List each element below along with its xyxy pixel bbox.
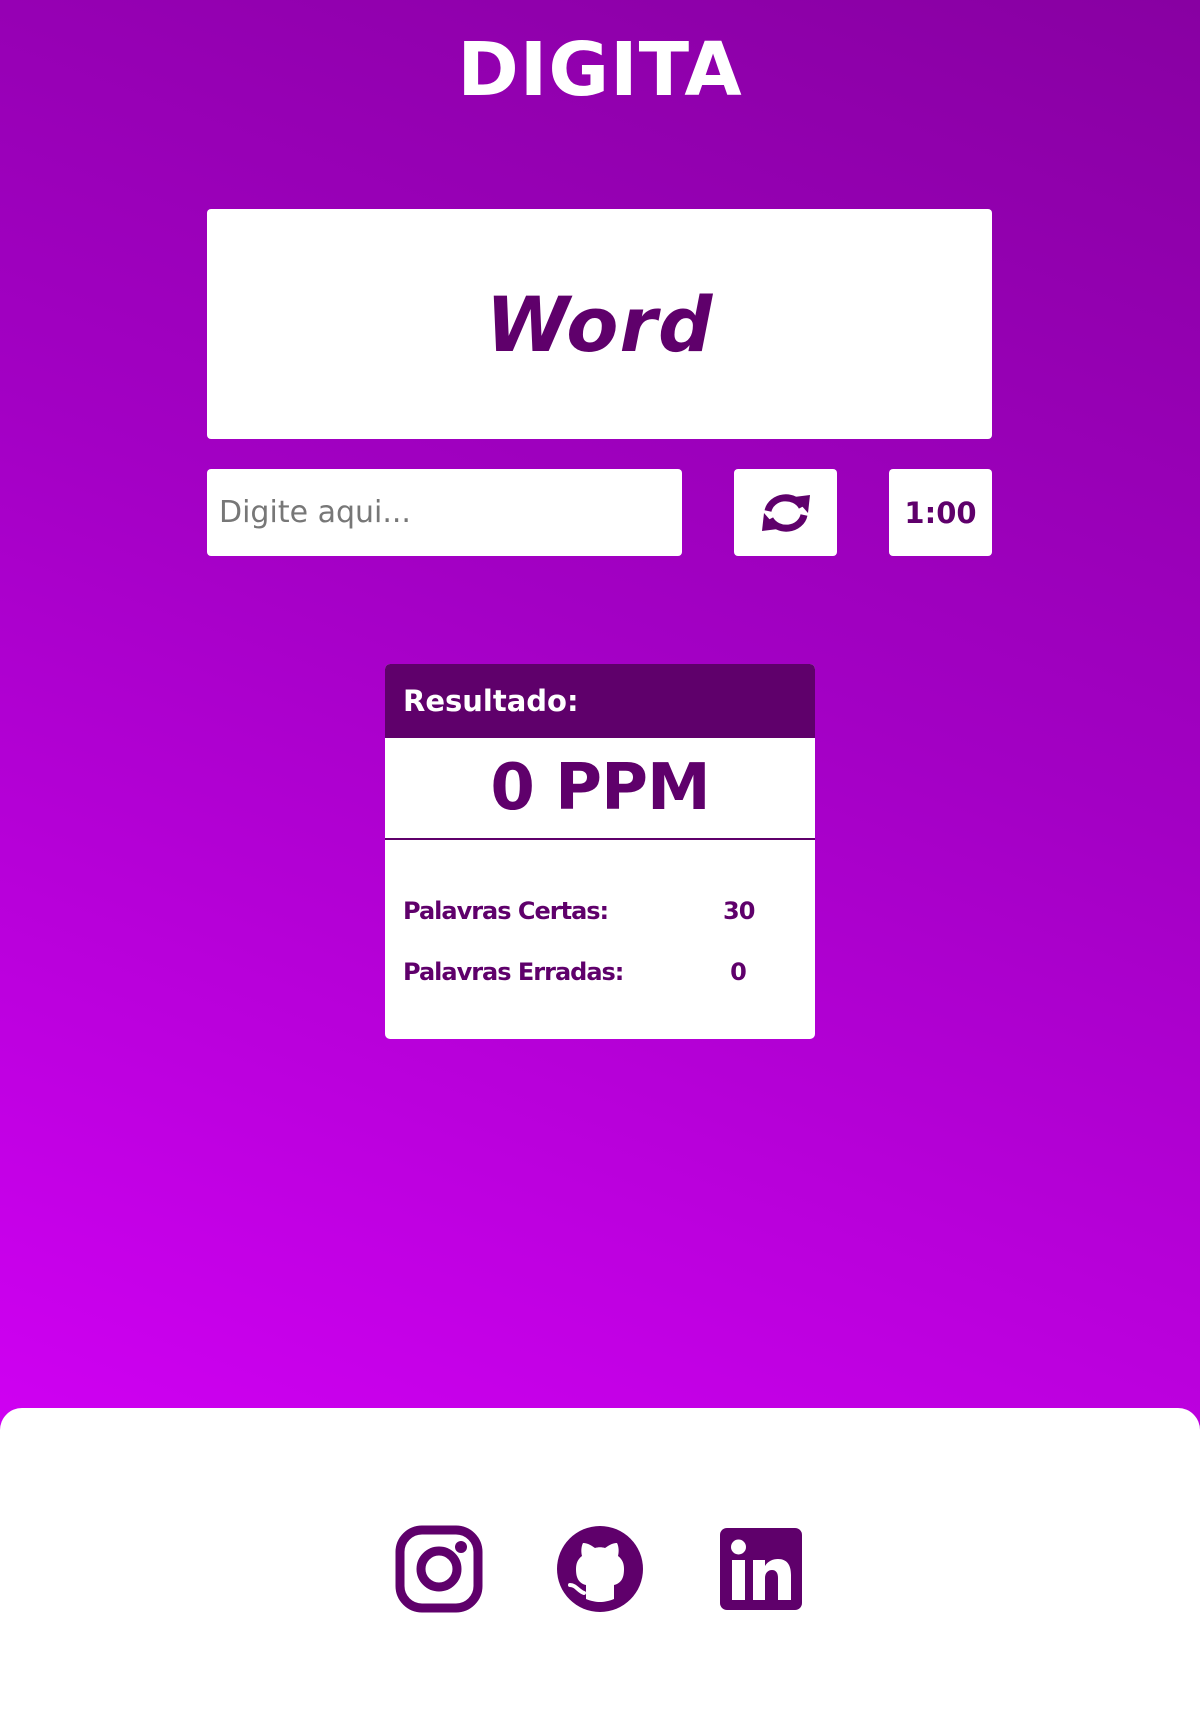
- result-header: Resultado:: [385, 664, 815, 738]
- stat-row-correct: Palavras Certas: 30: [385, 880, 815, 941]
- result-card: Resultado: 0 PPM Palavras Certas: 30 Pal…: [385, 664, 815, 1039]
- linkedin-link[interactable]: [716, 1524, 806, 1614]
- stats-list: Palavras Certas: 30 Palavras Erradas: 0: [385, 840, 815, 1002]
- restart-button[interactable]: [734, 469, 837, 556]
- linkedin-icon: [720, 1528, 802, 1610]
- github-icon: [557, 1526, 643, 1612]
- typing-input[interactable]: [207, 469, 682, 556]
- app-root: DIGITA Word 1:00 Resultado: 0 PPM Pal: [0, 0, 1200, 1730]
- stat-row-wrong: Palavras Erradas: 0: [385, 941, 815, 1002]
- instagram-link[interactable]: [394, 1524, 484, 1614]
- ppm-value: 0 PPM: [385, 738, 815, 840]
- current-word: Word: [485, 279, 714, 369]
- instagram-icon: [395, 1525, 483, 1613]
- github-link[interactable]: [555, 1524, 645, 1614]
- stat-value: 30: [723, 896, 755, 925]
- hero-section: DIGITA Word 1:00 Resultado: 0 PPM Pal: [0, 0, 1200, 1430]
- app-title: DIGITA: [457, 27, 743, 113]
- stat-value: 0: [730, 957, 747, 986]
- stat-label: Palavras Erradas:: [403, 957, 624, 986]
- controls-row: 1:00: [207, 469, 992, 556]
- stat-label: Palavras Certas:: [403, 896, 609, 925]
- timer-display: 1:00: [889, 469, 992, 556]
- word-display: Word: [207, 209, 992, 439]
- sync-icon: [761, 493, 810, 532]
